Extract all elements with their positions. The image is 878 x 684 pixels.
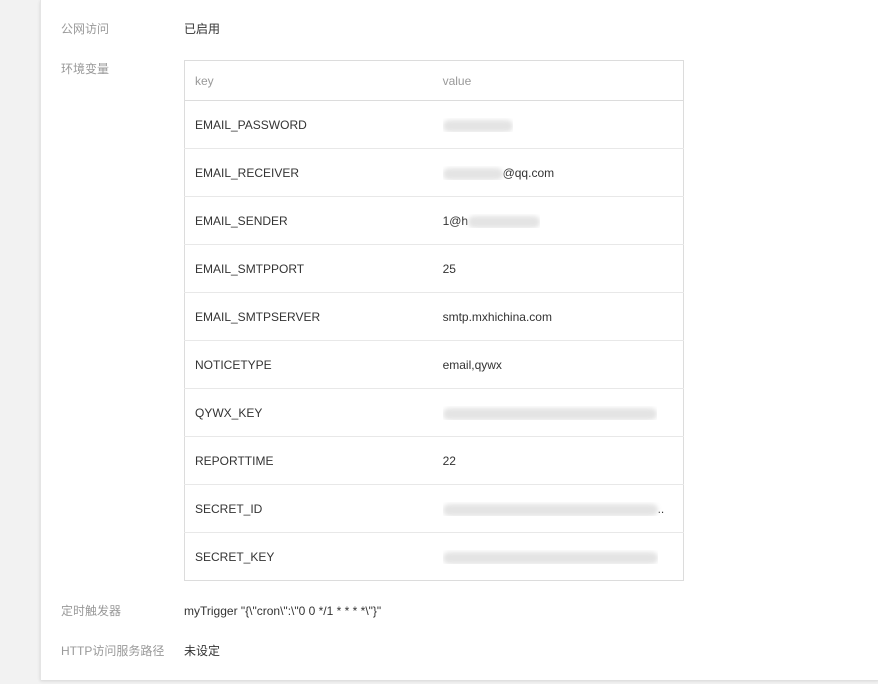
- public-access-value: 已启用: [184, 22, 221, 36]
- table-row: EMAIL_SENDER 1@h: [184, 196, 684, 245]
- env-value: [432, 100, 684, 149]
- env-key: EMAIL_SENDER: [184, 196, 433, 245]
- table-row: QYWX_KEY: [184, 388, 684, 437]
- redacted-mask: [442, 551, 658, 564]
- env-value: 1@h: [432, 196, 684, 245]
- table-row: SECRET_ID ..: [184, 484, 684, 533]
- table-row: EMAIL_SMTPSERVER smtp.mxhichina.com: [184, 292, 684, 341]
- redacted-mask: [442, 407, 657, 420]
- env-key: SECRET_KEY: [195, 549, 275, 564]
- env-value: smtp.mxhichina.com: [432, 292, 684, 341]
- env-value-suffix: @qq.com: [502, 165, 555, 180]
- http-path-value: 未设定: [184, 644, 221, 658]
- table-row: REPORTTIME 22: [184, 436, 684, 485]
- env-key: EMAIL_PASSWORD: [184, 100, 433, 149]
- env-value: 25: [432, 244, 684, 293]
- redacted-mask: [442, 119, 513, 132]
- table-header-row: key value: [184, 60, 684, 101]
- function-config-panel: 公网访问 已启用 环境变量 key value EMAIL_PASSWORD E…: [40, 0, 878, 680]
- env-key: QYWX_KEY: [184, 388, 433, 437]
- env-key: EMAIL_SMTPSERVER: [184, 292, 433, 341]
- redacted-mask: [442, 503, 658, 516]
- table-row: EMAIL_RECEIVER @qq.com: [184, 148, 684, 197]
- env-key: SECRET_ID: [184, 484, 433, 533]
- redacted-mask: [468, 215, 541, 228]
- column-header-value: value: [432, 60, 684, 101]
- env-value: ..: [432, 484, 684, 533]
- column-header-key: key: [184, 60, 433, 101]
- env-value: [433, 533, 684, 581]
- table-row: NOTICETYPE email,qywx: [184, 340, 684, 389]
- redacted-mask: [442, 167, 503, 180]
- env-value: @qq.com: [432, 148, 684, 197]
- env-key: EMAIL_RECEIVER: [184, 148, 433, 197]
- timer-trigger-value: myTrigger "{\"cron\":\"0 0 */1 * * * *\"…: [184, 604, 382, 618]
- env-vars-label: 环境变量: [61, 62, 110, 76]
- http-path-label: HTTP访问服务路径: [61, 644, 165, 658]
- env-value: 22: [432, 436, 684, 485]
- env-value: [432, 388, 684, 437]
- env-value-prefix: 1@h: [442, 213, 469, 228]
- env-value-suffix: ..: [657, 501, 665, 516]
- env-value: email,qywx: [432, 340, 684, 389]
- env-key: NOTICETYPE: [184, 340, 433, 389]
- env-key: REPORTTIME: [184, 436, 433, 485]
- table-row: SECRET_KEY: [185, 533, 684, 581]
- env-vars-table: key value EMAIL_PASSWORD EMAIL_RECEIVER …: [184, 60, 684, 581]
- table-row: EMAIL_SMTPPORT 25: [184, 244, 684, 293]
- timer-trigger-label: 定时触发器: [61, 604, 122, 618]
- env-key: EMAIL_SMTPPORT: [184, 244, 433, 293]
- public-access-label: 公网访问: [61, 22, 110, 36]
- table-row: EMAIL_PASSWORD: [184, 100, 684, 149]
